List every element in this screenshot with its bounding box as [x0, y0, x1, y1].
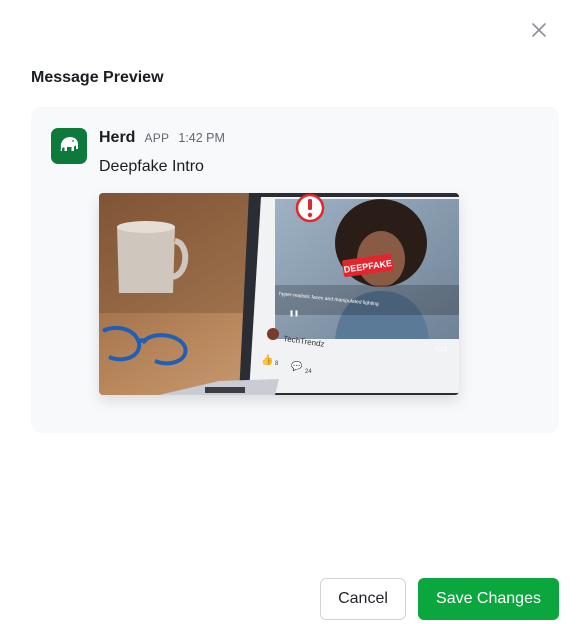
elephant-icon: [57, 134, 81, 159]
player-time: 0:13: [435, 347, 447, 353]
comment-count: 24: [305, 369, 312, 375]
dialog-title: Message Preview: [31, 69, 164, 86]
media-thumbnail[interactable]: DEEPFAKE hyper-realistic faces and manip…: [99, 193, 459, 395]
close-button[interactable]: [526, 19, 552, 45]
save-changes-button[interactable]: Save Changes: [418, 578, 559, 620]
svg-text:❚❚: ❚❚: [289, 310, 299, 317]
app-avatar: [51, 128, 87, 164]
alert-icon: [295, 193, 325, 223]
close-icon: [531, 22, 547, 43]
message-meta: Herd APP 1:42 PM: [99, 129, 225, 147]
sender-name[interactable]: Herd: [99, 129, 135, 147]
svg-text:👍: 👍: [261, 353, 273, 366]
cancel-button[interactable]: Cancel: [320, 578, 406, 620]
svg-text:💬: 💬: [291, 360, 302, 372]
app-badge: APP: [144, 131, 170, 145]
message-text: Deepfake Intro: [99, 158, 204, 175]
message-timestamp: 1:42 PM: [178, 131, 225, 145]
message-preview-card: Herd APP 1:42 PM Deepfake Intro DEEPFAKE…: [31, 107, 559, 433]
